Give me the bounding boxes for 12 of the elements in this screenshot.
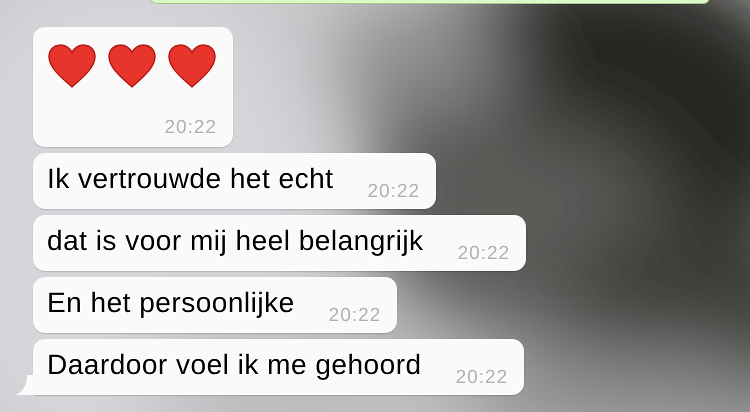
message-time: 20:22 xyxy=(164,117,217,139)
message-time: 20:22 xyxy=(328,305,382,327)
heart-icon xyxy=(167,43,217,89)
message-time: 20:22 xyxy=(456,367,508,389)
message-text: dat is voor mij heel belangrijk xyxy=(47,225,424,257)
message-text: Ik vertrouwde het echt xyxy=(47,163,334,195)
heart-icon xyxy=(47,43,97,89)
message-text: En het persoonlijke xyxy=(47,287,295,319)
heart-icon xyxy=(107,43,157,89)
message-text: Daardoor voel ik me gehoord xyxy=(47,349,422,381)
message-time: 20:22 xyxy=(458,243,510,265)
message-time: 20:22 xyxy=(367,181,420,203)
